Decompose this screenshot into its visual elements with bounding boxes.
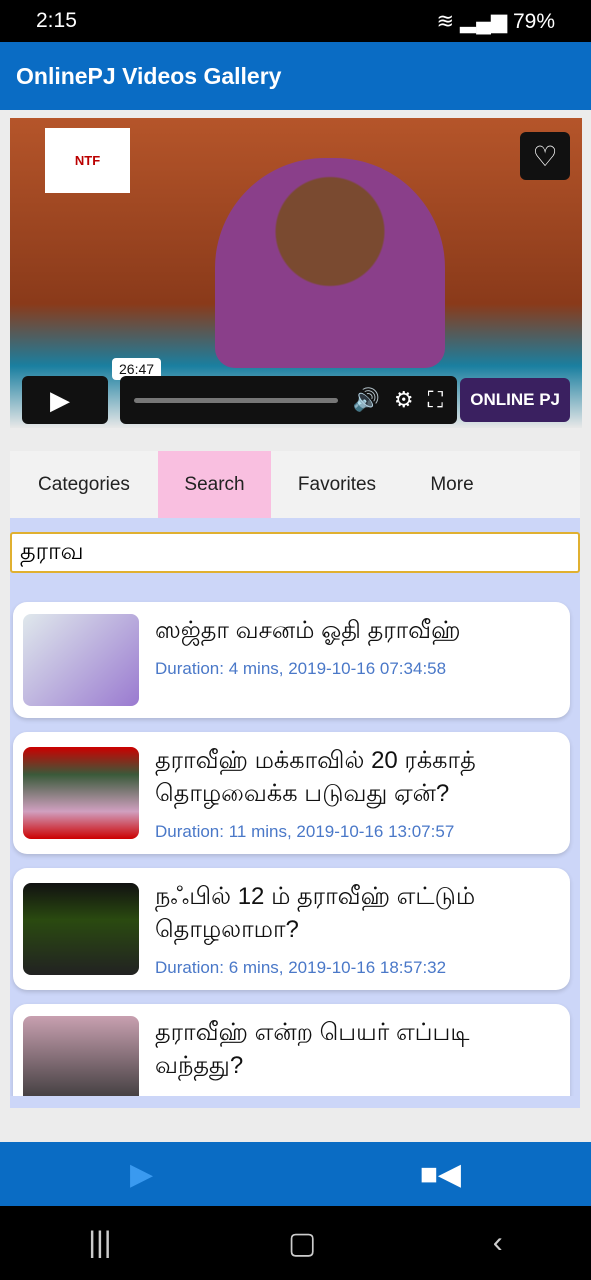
tab-categories[interactable]: Categories xyxy=(10,451,158,518)
video-title: நஃபில் 12 ம் தராவீஹ் எட்டும் தொழலாமா? xyxy=(155,883,476,943)
video-frame xyxy=(215,158,445,368)
status-icons: ≋ ▂▄▆ 79% xyxy=(437,9,555,34)
ntf-logo: NTF xyxy=(45,128,130,193)
results-list[interactable]: ஸஜ்தா வசனம் ஓதி தராவீஹ் Duration: 4 mins,… xyxy=(10,588,580,1096)
play-icon: ▶ xyxy=(50,384,70,415)
bottom-nav: ▶ ■◀ xyxy=(0,1142,591,1206)
play-nav-icon[interactable]: ▶ xyxy=(130,1157,153,1192)
video-thumbnail xyxy=(23,1016,139,1096)
status-time: 2:15 xyxy=(36,9,77,32)
tab-search[interactable]: Search xyxy=(158,451,271,518)
list-item[interactable]: நஃபில் 12 ம் தராவீஹ் எட்டும் தொழலாமா? Dur… xyxy=(13,868,570,990)
play-button[interactable]: ▶ xyxy=(22,376,108,424)
onlinepj-brand: ONLINE PJ xyxy=(460,378,570,422)
search-input[interactable]: தராவ xyxy=(10,532,580,573)
recents-icon[interactable]: ||| xyxy=(88,1226,111,1260)
video-meta: Duration: 4 mins, 2019-10-16 07:34:58 xyxy=(155,659,447,678)
video-meta: Duration: 6 mins, 2019-10-16 18:57:32 xyxy=(155,958,447,977)
video-title: தராவீஹ் என்ற பெயர் எப்படி வந்தது? xyxy=(155,1019,470,1079)
seek-bar[interactable] xyxy=(134,397,339,403)
video-camera-icon[interactable]: ■◀ xyxy=(420,1157,461,1192)
fullscreen-icon[interactable]: ⛶ xyxy=(428,387,443,413)
home-icon[interactable]: ▢ xyxy=(288,1226,316,1261)
list-item[interactable]: தராவீஹ் மக்காவில் 20 ரக்காத் தொழவைக்க பட… xyxy=(13,732,570,854)
video-title: ஸஜ்தா வசனம் ஓதி தராவீஹ் xyxy=(155,617,461,644)
status-bar: 2:15 ≋ ▂▄▆ 79% xyxy=(0,0,591,42)
volume-icon[interactable]: 🔊 xyxy=(352,387,379,413)
back-icon[interactable]: ‹ xyxy=(493,1226,503,1260)
player-controls: 🔊 ⚙ ⛶ xyxy=(120,376,457,424)
video-thumbnail xyxy=(23,614,139,706)
search-panel: தராவ ஸஜ்தா வசனம் ஓதி தராவீஹ் Duration: 4 … xyxy=(10,518,580,1108)
video-meta: Duration: 11 mins, 2019-10-16 13:07:57 xyxy=(155,822,455,841)
app-bar: OnlinePJ Videos Gallery xyxy=(0,42,591,110)
video-thumbnail xyxy=(23,747,139,839)
favorite-heart-button[interactable]: ♡ xyxy=(520,132,570,180)
list-item[interactable]: ஸஜ்தா வசனம் ஓதி தராவீஹ் Duration: 4 mins,… xyxy=(13,602,570,718)
video-thumbnail xyxy=(23,883,139,975)
video-player[interactable]: NTF ♡ 26:47 ▶ 🔊 ⚙ ⛶ ONLINE PJ xyxy=(10,118,582,428)
list-item[interactable]: தராவீஹ் என்ற பெயர் எப்படி வந்தது? xyxy=(13,1004,570,1096)
app-title: OnlinePJ Videos Gallery xyxy=(16,62,282,89)
tab-favorites[interactable]: Favorites xyxy=(271,451,403,518)
system-nav-bar: ||| ▢ ‹ xyxy=(0,1206,591,1280)
wifi-icon: ≋ ▂▄▆ xyxy=(436,9,513,33)
tab-more[interactable]: More xyxy=(403,451,501,518)
tab-bar: Categories Search Favorites More xyxy=(10,451,580,518)
video-title: தராவீஹ் மக்காவில் 20 ரக்காத் தொழவைக்க பட… xyxy=(155,747,476,807)
settings-gear-icon[interactable]: ⚙ xyxy=(394,387,414,413)
battery-level: 79% xyxy=(512,9,555,33)
